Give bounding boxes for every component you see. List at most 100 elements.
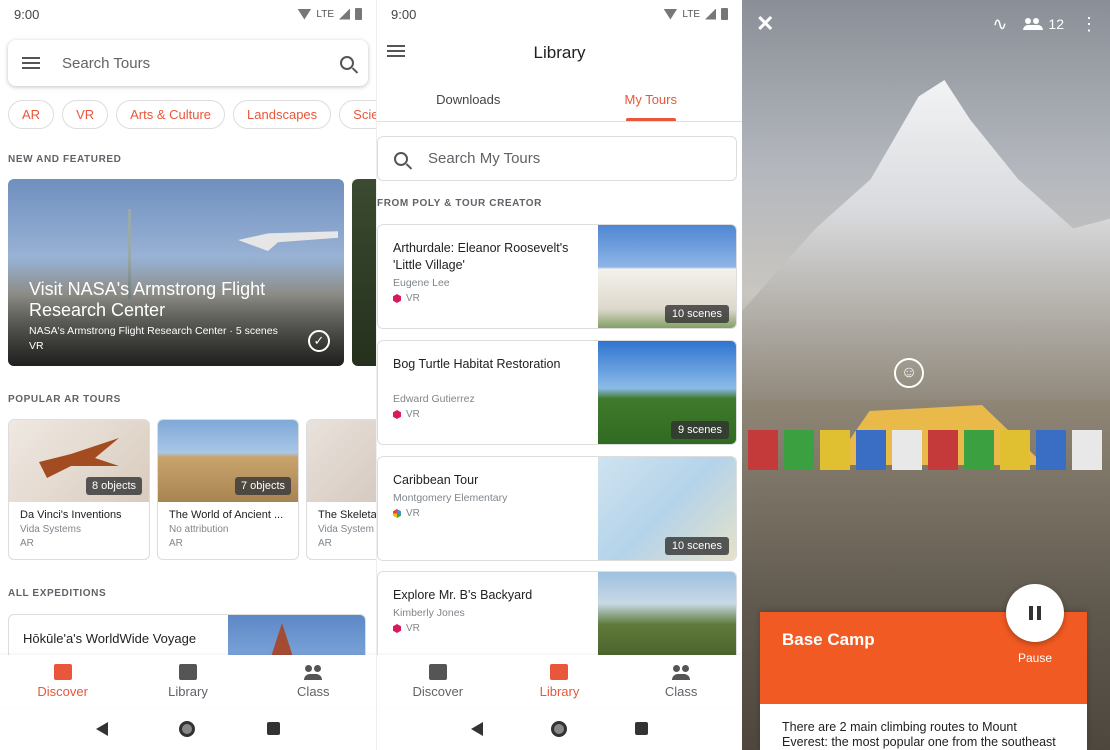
poly-icon (393, 624, 401, 633)
nav-library[interactable]: Library (143, 663, 233, 699)
ar-thumbnail (307, 420, 376, 502)
menu-icon[interactable] (22, 57, 40, 69)
home-icon[interactable] (179, 720, 196, 737)
tour-title: Caribbean Tour (393, 473, 479, 487)
library-screen: 9:00 LTE Library Downloads My Tours Sear… (376, 0, 742, 750)
aircraft-image (238, 231, 338, 251)
ar-tour-type: AR (318, 538, 332, 549)
nav-class[interactable]: Class (636, 664, 726, 699)
search-input[interactable]: Search My Tours (428, 150, 720, 167)
all-expeditions-heading: ALL EXPEDITIONS (8, 588, 107, 599)
ar-tour-card[interactable]: 7 objects The World of Ancient ... No at… (157, 419, 299, 560)
tour-type: VR (406, 293, 420, 304)
search-icon (394, 151, 408, 166)
featured-subtitle: NASA's Armstrong Flight Research Center … (29, 325, 278, 337)
ar-tour-title: The Skeleta (318, 509, 376, 521)
status-bar: 9:00 LTE (377, 0, 742, 28)
status-time: 9:00 (14, 6, 40, 22)
tour-author: Kimberly Jones (393, 607, 465, 619)
new-featured-heading: NEW AND FEATURED (8, 154, 122, 165)
home-icon[interactable] (551, 720, 567, 737)
tour-type: VR (406, 508, 420, 519)
class-icon (672, 664, 691, 680)
tour-image: 10 scenes (598, 225, 736, 328)
tour-card[interactable]: Bog Turtle Habitat Restoration Edward Gu… (377, 340, 737, 445)
viewer-toolbar: ✕ ∿ 12 ⋮ (742, 0, 1110, 48)
pause-icon (1029, 606, 1041, 620)
signal-icon (705, 8, 716, 20)
tour-title: Bog Turtle Habitat Restoration (393, 357, 561, 371)
tab-my-tours[interactable]: My Tours (560, 82, 743, 121)
scene-count: 9 scenes (670, 421, 729, 439)
participant-count: 12 (1048, 16, 1064, 32)
next-featured-card[interactable] (352, 179, 376, 366)
search-tours-bar[interactable]: Search Tours (8, 40, 368, 86)
tour-author: Eugene Lee (393, 277, 450, 289)
ar-thumbnail: 8 objects (9, 420, 149, 502)
chip-arts-culture[interactable]: Arts & Culture (116, 100, 226, 129)
smiley-icon[interactable]: ☺ (894, 358, 924, 388)
ar-tour-author: Vida System (318, 524, 374, 535)
more-vert-icon[interactable]: ⋮ (1080, 14, 1098, 35)
object-count: 7 objects (234, 477, 291, 495)
draw-icon[interactable]: ∿ (992, 14, 1007, 35)
ar-tour-author: Vida Systems (20, 524, 81, 535)
tour-type: VR (406, 409, 420, 420)
tour-viewer-screen: ✕ ∿ 12 ⋮ ☺ Base Camp There are 2 main cl… (742, 0, 1110, 750)
recents-icon[interactable] (267, 722, 281, 735)
tab-downloads[interactable]: Downloads (377, 82, 560, 121)
filter-chips: AR VR Arts & Culture Landscapes Scien (8, 100, 376, 129)
network-label: LTE (682, 8, 700, 20)
featured-title: Visit NASA's Armstrong Flight Research C… (29, 279, 266, 320)
chip-science[interactable]: Scien (339, 100, 376, 129)
participants-button[interactable]: 12 (1023, 16, 1064, 32)
back-icon[interactable] (471, 721, 483, 736)
status-bar: 9:00 LTE (0, 0, 376, 28)
discover-screen: 9:00 LTE Search Tours AR VR Arts & Cultu… (0, 0, 376, 750)
scene-count: 10 scenes (664, 537, 729, 555)
back-icon[interactable] (95, 721, 108, 736)
tour-image: 9 scenes (598, 341, 736, 444)
nav-discover[interactable]: Discover (18, 663, 108, 699)
tour-card[interactable]: Arthurdale: Eleanor Roosevelt's 'Little … (377, 224, 737, 329)
ar-tour-author: No attribution (169, 524, 229, 535)
pause-label: Pause (1017, 651, 1053, 665)
expedition-title: Hōkūle'a's WorldWide Voyage (23, 631, 197, 646)
wifi-icon (663, 8, 678, 20)
featured-type: VR (29, 340, 44, 352)
ar-tour-type: AR (169, 538, 183, 549)
nav-discover[interactable]: Discover (393, 663, 483, 699)
featured-tour-card[interactable]: Visit NASA's Armstrong Flight Research C… (8, 179, 344, 366)
tour-image: 10 scenes (598, 457, 736, 560)
ar-thumbnail: 7 objects (158, 420, 298, 502)
close-icon[interactable]: ✕ (756, 11, 774, 37)
scene-description: There are 2 main climbing routes to Moun… (782, 720, 1056, 749)
ar-tour-card[interactable]: The Skeleta Vida System AR (306, 419, 376, 560)
ar-tour-title: The World of Ancient ... (169, 509, 284, 521)
ar-tour-title: Da Vinci's Inventions (20, 509, 122, 521)
signal-icon (339, 8, 350, 20)
people-icon (1023, 18, 1044, 30)
nav-class[interactable]: Class (268, 664, 358, 699)
status-time: 9:00 (391, 6, 417, 22)
chip-ar[interactable]: AR (8, 100, 55, 129)
search-my-tours-bar[interactable]: Search My Tours (377, 136, 737, 181)
pause-button[interactable] (1006, 584, 1064, 642)
network-label: LTE (316, 8, 334, 20)
tour-card[interactable]: Caribbean Tour Montgomery Elementary VR … (377, 456, 737, 561)
scene-count: 10 scenes (664, 305, 729, 323)
recents-icon[interactable] (635, 722, 648, 735)
bottom-navigation: Discover Library Class (0, 655, 376, 707)
poly-icon (393, 294, 401, 303)
page-title: Library (533, 43, 586, 62)
popular-ar-heading: POPULAR AR TOURS (8, 394, 121, 405)
search-input[interactable]: Search Tours (62, 55, 340, 72)
object-count: 8 objects (85, 477, 142, 495)
search-icon[interactable] (340, 56, 354, 70)
battery-icon (355, 8, 362, 20)
chip-vr[interactable]: VR (62, 100, 109, 129)
chip-landscapes[interactable]: Landscapes (233, 100, 332, 129)
ar-tour-card[interactable]: 8 objects Da Vinci's Inventions Vida Sys… (8, 419, 150, 560)
nav-library[interactable]: Library (514, 663, 604, 699)
tour-title: Explore Mr. B's Backyard (393, 588, 533, 602)
